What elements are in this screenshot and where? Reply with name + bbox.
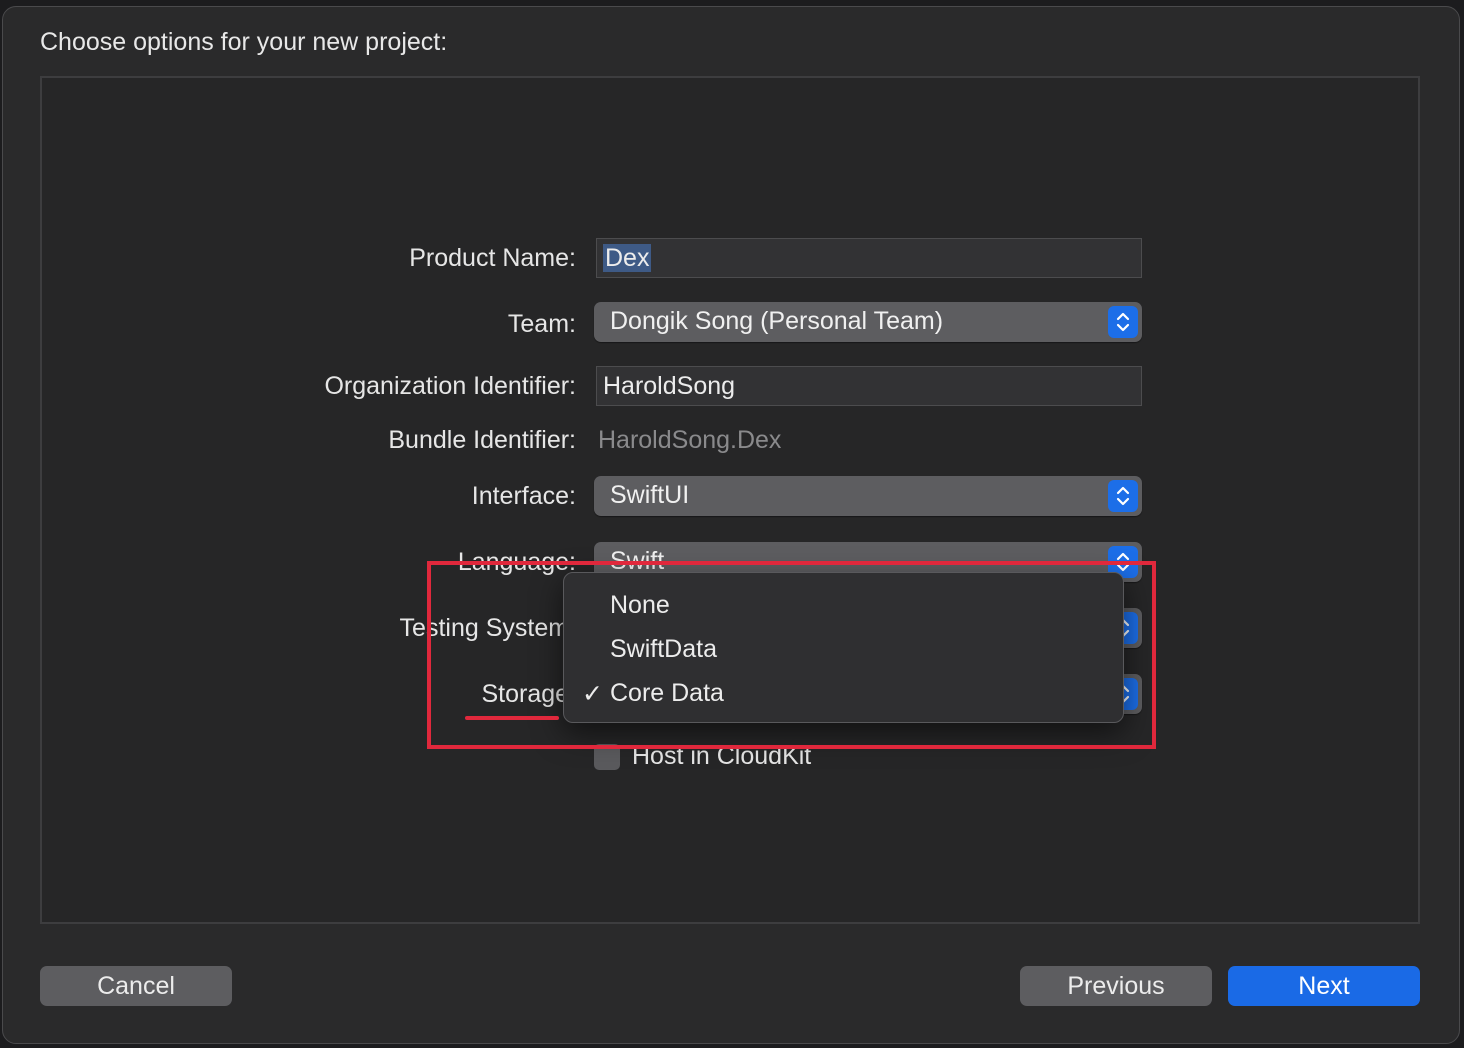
- interface-value: SwiftUI: [610, 481, 690, 509]
- previous-button[interactable]: Previous: [1020, 966, 1212, 1006]
- organization-identifier-label: Organization Identifier:: [324, 372, 576, 400]
- product-name-field[interactable]: Dex: [596, 238, 1142, 278]
- bundle-identifier-label: Bundle Identifier:: [388, 426, 576, 454]
- team-value: Dongik Song (Personal Team): [610, 307, 944, 335]
- up-down-chevron-icon: [1108, 306, 1138, 338]
- menu-item-none[interactable]: None: [610, 591, 670, 620]
- product-name-label: Product Name:: [409, 244, 576, 272]
- interface-label: Interface:: [471, 482, 576, 510]
- product-name-value: Dex: [603, 244, 652, 272]
- team-popup[interactable]: Dongik Song (Personal Team): [594, 302, 1142, 342]
- menu-item-core-data[interactable]: Core Data: [610, 679, 724, 708]
- storage-label: Storage:: [481, 680, 576, 708]
- dialog-heading: Choose options for your new project:: [40, 28, 448, 56]
- language-value: Swift: [610, 547, 665, 575]
- host-in-cloudkit-checkbox[interactable]: [594, 744, 620, 770]
- up-down-chevron-icon: [1108, 480, 1138, 512]
- interface-popup[interactable]: SwiftUI: [594, 476, 1142, 516]
- host-in-cloudkit-label: Host in CloudKit: [632, 742, 812, 770]
- annotation-underline: [465, 716, 559, 720]
- organization-identifier-field[interactable]: HaroldSong: [596, 366, 1142, 406]
- bundle-identifier-value: HaroldSong.Dex: [598, 426, 782, 454]
- language-label: Language:: [457, 548, 576, 576]
- team-label: Team:: [507, 310, 576, 338]
- cancel-button[interactable]: Cancel: [40, 966, 232, 1006]
- checkmark-icon: ✓: [582, 680, 603, 708]
- testing-system-label: Testing System:: [399, 614, 576, 642]
- menu-item-swiftdata[interactable]: SwiftData: [610, 635, 717, 664]
- next-button[interactable]: Next: [1228, 966, 1420, 1006]
- storage-menu: None SwiftData ✓ Core Data: [563, 572, 1124, 723]
